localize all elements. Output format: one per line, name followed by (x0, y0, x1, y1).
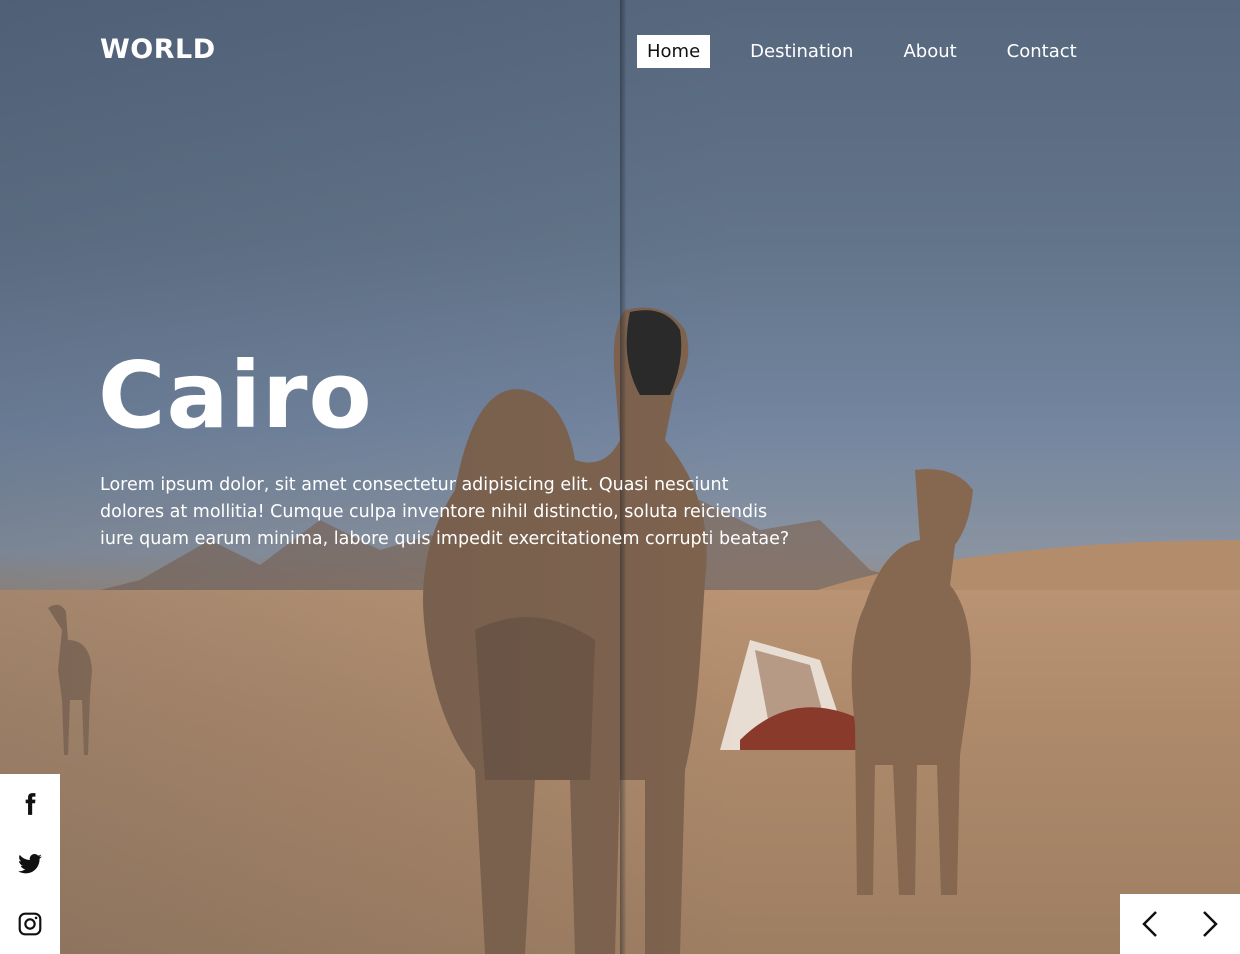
next-slide-button[interactable] (1180, 894, 1240, 954)
prev-slide-button[interactable] (1120, 894, 1180, 954)
hero-title: Cairo (98, 342, 373, 449)
hero-section: WORLD Home Destination About Contact Cai… (0, 0, 1240, 954)
nav-link-home[interactable]: Home (637, 35, 711, 68)
slider-controls (1120, 894, 1240, 954)
nav-link-contact[interactable]: Contact (997, 35, 1087, 68)
site-logo[interactable]: WORLD (100, 34, 216, 65)
nav-link-about[interactable]: About (893, 35, 966, 68)
chevron-left-icon (1142, 911, 1157, 937)
twitter-icon (18, 854, 42, 874)
twitter-link[interactable] (0, 834, 60, 894)
instagram-icon (18, 912, 42, 936)
hero-description: Lorem ipsum dolor, sit amet consectetur … (100, 475, 790, 549)
social-links (0, 774, 60, 954)
instagram-link[interactable] (0, 894, 60, 954)
chevron-right-icon (1203, 911, 1218, 937)
main-nav: Home Destination About Contact (637, 35, 1087, 68)
facebook-link[interactable] (0, 774, 60, 834)
nav-link-destination[interactable]: Destination (740, 35, 863, 68)
facebook-icon (25, 793, 36, 815)
